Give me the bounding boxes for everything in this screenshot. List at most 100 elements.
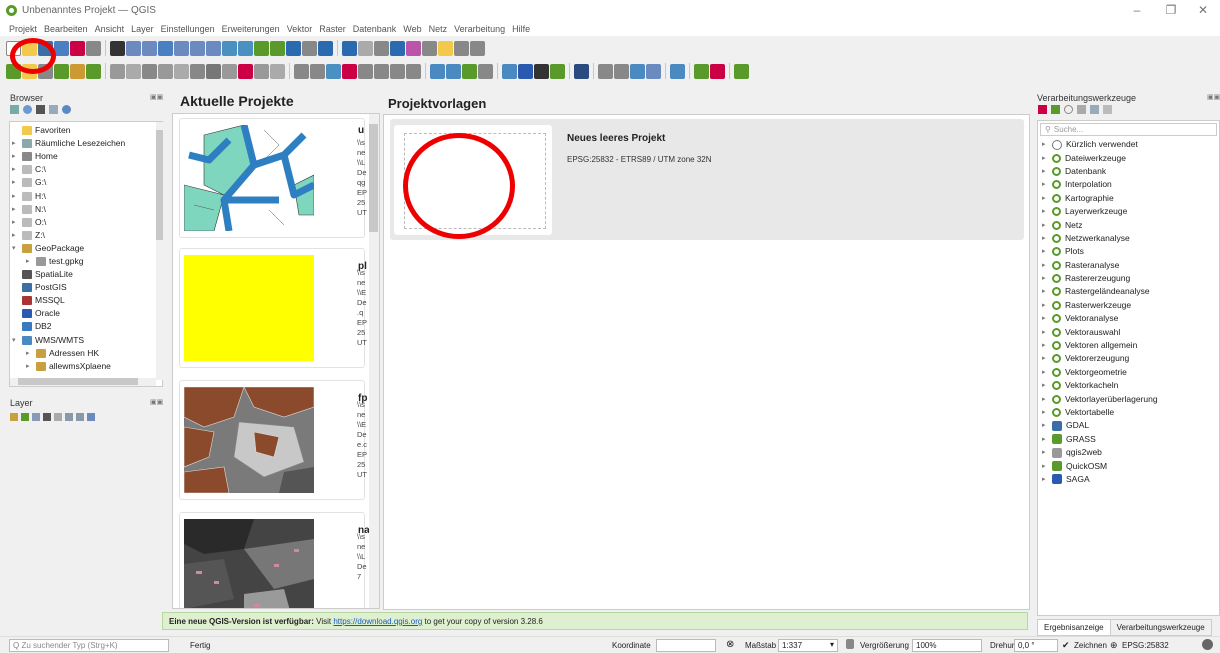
toolbar-tool-icon[interactable] bbox=[270, 63, 285, 79]
toolbar-tool-icon[interactable] bbox=[694, 63, 709, 79]
info-icon[interactable] bbox=[62, 105, 71, 114]
toolbar-tool-icon[interactable] bbox=[342, 40, 357, 56]
browser-item[interactable]: ▸ C:\ bbox=[10, 163, 162, 176]
toolbar-tool-icon[interactable] bbox=[478, 63, 493, 79]
browser-item[interactable]: ▾ WMS/WMTS bbox=[10, 334, 162, 347]
expand-arrow-icon[interactable]: ▸ bbox=[1042, 446, 1052, 459]
toggle-extents-icon[interactable]: ⊗ bbox=[726, 639, 734, 650]
expand-arrow-icon[interactable]: ▸ bbox=[1042, 178, 1052, 191]
menu-datenbank[interactable]: Datenbank bbox=[353, 24, 397, 34]
toolbar-tool-icon[interactable] bbox=[206, 63, 221, 79]
locator-input[interactable]: Q Zu suchender Typ (Strg+K) bbox=[9, 639, 169, 652]
toolbar-tool-icon[interactable] bbox=[358, 40, 373, 56]
menu-hilfe[interactable]: Hilfe bbox=[512, 24, 530, 34]
browser-item[interactable]: MSSQL bbox=[10, 294, 162, 307]
toolbar-tool-icon[interactable] bbox=[446, 63, 461, 79]
toolbar-tool-icon[interactable] bbox=[158, 40, 173, 56]
browser-item[interactable]: ▸ O:\ bbox=[10, 216, 162, 229]
search-input[interactable]: ⚲ Suche... bbox=[1040, 123, 1217, 136]
scale-combobox[interactable]: 1:337 ▾ bbox=[778, 639, 838, 652]
toolbar-tool-icon[interactable] bbox=[374, 40, 389, 56]
browser-item[interactable]: ▸ allewmsXplaene bbox=[10, 360, 162, 373]
toolbar-tool-icon[interactable] bbox=[270, 40, 285, 56]
toolbar-tool-icon[interactable] bbox=[110, 40, 125, 56]
toolbar-tool-icon[interactable] bbox=[502, 63, 517, 79]
filter-icon[interactable] bbox=[36, 105, 45, 114]
toolbar-tool-icon[interactable] bbox=[598, 63, 613, 79]
toolbar-tool-icon[interactable] bbox=[614, 63, 629, 79]
toolbar-tool-icon[interactable] bbox=[534, 63, 549, 79]
expand-arrow-icon[interactable]: ▾ bbox=[12, 242, 22, 255]
toolbar-tool-icon[interactable] bbox=[222, 63, 237, 79]
rotation-spinbox[interactable]: 0,0 ° bbox=[1014, 639, 1058, 652]
coordinate-field[interactable] bbox=[656, 639, 716, 652]
toolbar-tool-icon[interactable] bbox=[358, 63, 373, 79]
toolbar-tool-icon[interactable] bbox=[190, 40, 205, 56]
toolbar-tool-icon[interactable] bbox=[734, 63, 749, 79]
processing-provider[interactable]: ▸ Rasterwerkzeuge bbox=[1042, 299, 1217, 312]
browser-item[interactable]: ▸ Adressen HK bbox=[10, 347, 162, 360]
layer-visibility-icon[interactable] bbox=[32, 413, 40, 421]
browser-item[interactable]: ▸ G:\ bbox=[10, 176, 162, 189]
toolbar-tool-icon[interactable] bbox=[574, 63, 589, 79]
toolbar-tool-icon[interactable] bbox=[470, 40, 485, 56]
toolbar-tool-icon[interactable] bbox=[86, 63, 101, 79]
add-layer-icon[interactable] bbox=[10, 105, 19, 114]
processing-provider[interactable]: ▸ qgis2web bbox=[1042, 446, 1217, 459]
render-checkbox[interactable]: ✔ bbox=[1062, 640, 1070, 651]
toolbar-tool-icon[interactable] bbox=[254, 63, 269, 79]
options-icon[interactable] bbox=[1103, 105, 1112, 114]
toolbar-tool-icon[interactable] bbox=[126, 40, 141, 56]
tab-processing[interactable]: Verarbeitungswerkzeuge bbox=[1110, 619, 1212, 636]
expand-arrow-icon[interactable]: ▸ bbox=[1042, 433, 1052, 446]
expand-arrow-icon[interactable]: ▸ bbox=[1042, 165, 1052, 178]
recent-project-card[interactable]: na bbox=[179, 512, 370, 608]
toolbar-tool-icon[interactable] bbox=[390, 63, 405, 79]
menu-layer[interactable]: Layer bbox=[131, 24, 154, 34]
browser-item[interactable]: ▸ Räumliche Lesezeichen bbox=[10, 137, 162, 150]
processing-provider[interactable]: ▸ Vektorerzeugung bbox=[1042, 352, 1217, 365]
expand-arrow-icon[interactable]: ▸ bbox=[1042, 245, 1052, 258]
toolbar-tool-icon[interactable] bbox=[142, 40, 157, 56]
toolbar-tool-icon[interactable] bbox=[206, 40, 221, 56]
menu-web[interactable]: Web bbox=[403, 24, 421, 34]
style-icon[interactable] bbox=[10, 413, 18, 421]
expand-arrow-icon[interactable]: ▸ bbox=[1042, 326, 1052, 339]
expand-arrow-icon[interactable]: ▸ bbox=[12, 137, 22, 150]
close-button[interactable]: ✕ bbox=[1188, 3, 1218, 19]
add-group-icon[interactable] bbox=[21, 413, 29, 421]
toolbar-tool-icon[interactable] bbox=[286, 40, 301, 56]
expand-arrow-icon[interactable]: ▸ bbox=[12, 190, 22, 203]
processing-provider[interactable]: ▸ Vektorauswahl bbox=[1042, 325, 1217, 338]
toolbar-tool-icon[interactable] bbox=[54, 63, 69, 79]
filter-icon[interactable] bbox=[43, 413, 51, 421]
expand-arrow-icon[interactable]: ▸ bbox=[1042, 366, 1052, 379]
expand-arrow-icon[interactable]: ▸ bbox=[12, 176, 22, 189]
toolbar-tool-icon[interactable] bbox=[454, 40, 469, 56]
expand-arrow-icon[interactable]: ▸ bbox=[1042, 232, 1052, 245]
toolbar-tool-icon[interactable] bbox=[142, 63, 157, 79]
menu-projekt[interactable]: Projekt bbox=[9, 24, 37, 34]
expand-arrow-icon[interactable]: ▸ bbox=[1042, 312, 1052, 325]
processing-provider[interactable]: ▸ Rastererzeugung bbox=[1042, 272, 1217, 285]
crs-globe-icon[interactable]: ⊕ bbox=[1110, 640, 1118, 651]
expand-arrow-icon[interactable]: ▸ bbox=[12, 203, 22, 216]
processing-provider[interactable]: ▸ Datenbank bbox=[1042, 165, 1217, 178]
menu-einstellungen[interactable]: Einstellungen bbox=[161, 24, 215, 34]
expand-arrow-icon[interactable]: ▸ bbox=[12, 229, 22, 242]
toolbar-tool-icon[interactable] bbox=[110, 63, 125, 79]
toolbar-tool-icon[interactable] bbox=[390, 40, 405, 56]
expand-arrow-icon[interactable]: ▸ bbox=[1042, 339, 1052, 352]
expand-arrow-icon[interactable]: ▸ bbox=[26, 255, 36, 268]
browser-item[interactable]: ▸ H:\ bbox=[10, 189, 162, 202]
browser-item[interactable]: ▸ N:\ bbox=[10, 203, 162, 216]
messages-icon[interactable] bbox=[1202, 639, 1213, 650]
toolbar-tool-icon[interactable] bbox=[294, 63, 309, 79]
toolbar-tool-icon[interactable] bbox=[238, 63, 253, 79]
menu-netz[interactable]: Netz bbox=[429, 24, 448, 34]
recent-project-card[interactable]: pl bbox=[179, 248, 367, 368]
processing-provider[interactable]: ▸ Netz bbox=[1042, 218, 1217, 231]
expand-arrow-icon[interactable]: ▸ bbox=[1042, 460, 1052, 473]
toolbar-tool-icon[interactable] bbox=[158, 63, 173, 79]
browser-item[interactable]: PostGIS bbox=[10, 281, 162, 294]
